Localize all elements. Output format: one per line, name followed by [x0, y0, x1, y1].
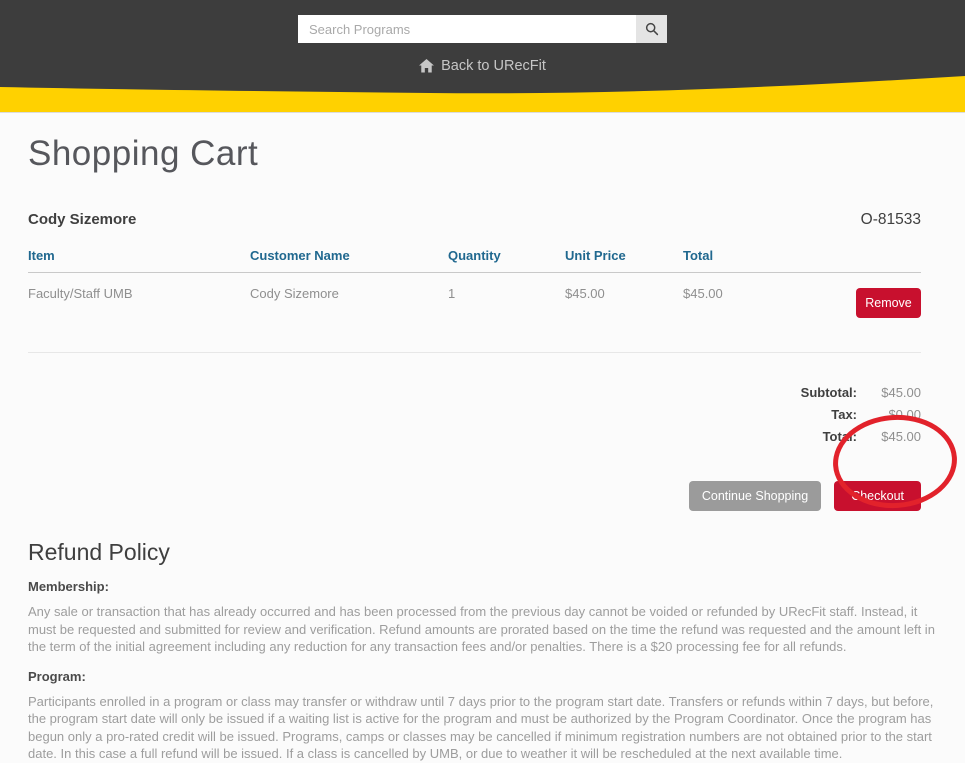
remove-button[interactable]: Remove — [856, 288, 921, 318]
customer-row: Cody Sizemore O-81533 — [28, 211, 921, 229]
column-header-quantity: Quantity — [448, 242, 565, 273]
summary-row-subtotal: Subtotal: $45.00 — [767, 381, 921, 403]
column-header-item: Item — [28, 242, 250, 273]
customer-name: Cody Sizemore — [28, 211, 136, 228]
refund-policy-section: Refund Policy Membership: Any sale or tr… — [28, 539, 937, 763]
search-input[interactable] — [298, 15, 636, 43]
summary-row-total: Total: $45.00 — [767, 425, 921, 447]
cell-unit-price: $45.00 — [565, 273, 683, 353]
refund-policy-title: Refund Policy — [28, 539, 937, 566]
back-link-label: Back to URecFit — [441, 58, 546, 74]
search-button[interactable] — [636, 15, 667, 43]
order-number: O-81533 — [861, 211, 921, 229]
cart-actions-row: Continue Shopping Checkout — [28, 481, 921, 511]
cart-section: Cody Sizemore O-81533 Item Customer Name… — [28, 211, 937, 511]
column-header-customer-name: Customer Name — [250, 242, 448, 273]
page-title: Shopping Cart — [28, 134, 937, 174]
column-header-action — [838, 242, 921, 273]
site-header: Back to URecFit — [0, 0, 965, 113]
continue-shopping-button[interactable]: Continue Shopping — [689, 481, 821, 511]
column-header-unit-price: Unit Price — [565, 242, 683, 273]
cart-table-header-row: Item Customer Name Quantity Unit Price T… — [28, 242, 921, 273]
search-icon — [645, 22, 659, 36]
checkout-button[interactable]: Checkout — [834, 481, 921, 511]
back-row: Back to URecFit — [0, 58, 965, 74]
cell-item: Faculty/Staff UMB — [28, 273, 250, 353]
cell-quantity: 1 — [448, 273, 565, 353]
subtotal-value: $45.00 — [857, 385, 921, 400]
column-header-total: Total — [683, 242, 838, 273]
subtotal-label: Subtotal: — [767, 385, 857, 400]
main-content: Shopping Cart Cody Sizemore O-81533 Item… — [0, 134, 965, 763]
search-row — [0, 15, 965, 43]
membership-policy-text: Any sale or transaction that has already… — [28, 603, 937, 656]
cell-total: $45.00 — [683, 273, 838, 353]
membership-heading: Membership: — [28, 579, 937, 594]
cell-customer-name: Cody Sizemore — [250, 273, 448, 353]
tax-value: $0.00 — [857, 407, 921, 422]
cart-item-row: Faculty/Staff UMB Cody Sizemore 1 $45.00… — [28, 273, 921, 353]
home-icon — [419, 59, 434, 73]
summary-row-tax: Tax: $0.00 — [767, 403, 921, 425]
back-to-urecfit-link[interactable]: Back to URecFit — [419, 58, 546, 74]
order-summary: Subtotal: $45.00 Tax: $0.00 Total: $45.0… — [28, 381, 921, 447]
cart-table: Item Customer Name Quantity Unit Price T… — [28, 242, 921, 353]
program-heading: Program: — [28, 669, 937, 684]
program-policy-text: Participants enrolled in a program or cl… — [28, 693, 937, 763]
tax-label: Tax: — [767, 407, 857, 422]
total-value: $45.00 — [857, 429, 921, 444]
search-box — [298, 15, 667, 43]
total-label: Total: — [767, 429, 857, 444]
